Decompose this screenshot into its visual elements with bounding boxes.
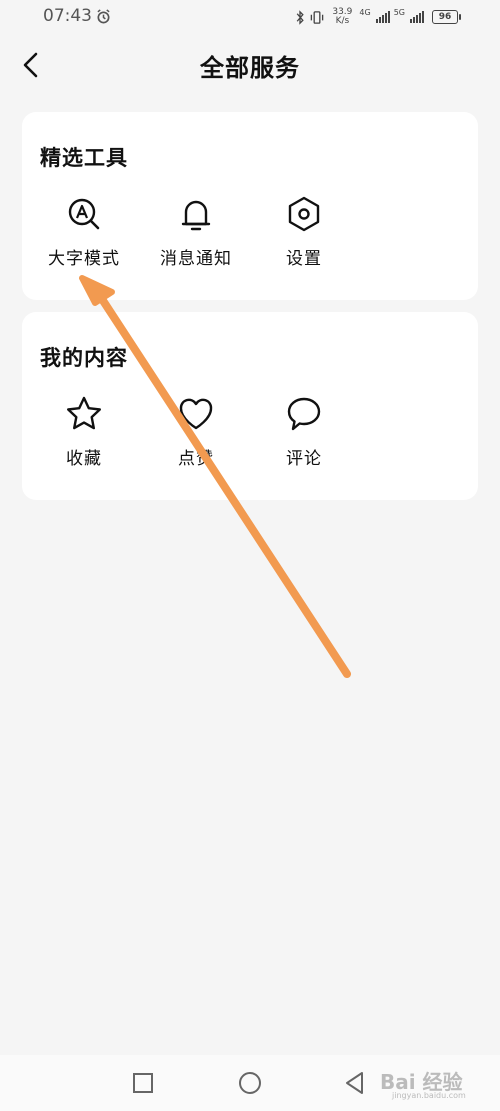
star-icon <box>67 396 101 430</box>
heart-icon <box>179 398 213 430</box>
network-speed: 33.9 K/s <box>332 7 353 26</box>
signal-icon <box>410 11 424 23</box>
status-time: 07:43 <box>43 6 92 26</box>
tool-label: 点赞 <box>178 449 214 469</box>
page-title: 全部服务 <box>200 53 300 82</box>
bluetooth-icon <box>297 9 305 25</box>
section-title: 我的内容 <box>40 345 128 370</box>
tool-label: 收藏 <box>66 449 102 469</box>
tool-label: 大字模式 <box>48 249 120 269</box>
battery-icon: 96 <box>432 10 461 24</box>
network-type-2: 5G <box>393 8 405 17</box>
vibrate-icon <box>311 10 324 24</box>
favorites-item[interactable]: 收藏 <box>34 394 134 478</box>
recent-apps-button[interactable] <box>129 1069 157 1097</box>
signal-icon <box>375 11 390 23</box>
large-font-mode-item[interactable]: 大字模式 <box>34 194 134 278</box>
section-title: 精选工具 <box>40 145 128 170</box>
status-icons: 33.9 K/s 4G 5G 96 <box>295 6 461 28</box>
comment-icon <box>287 397 321 431</box>
tool-label: 消息通知 <box>160 249 232 269</box>
large-font-icon <box>68 198 100 230</box>
my-content-card: 我的内容 收藏 点赞 评论 <box>22 312 478 500</box>
tool-label: 评论 <box>286 449 322 469</box>
network-type-1: 4G <box>359 8 371 17</box>
back-nav-button[interactable] <box>341 1069 369 1097</box>
alarm-icon <box>97 9 110 24</box>
featured-tools-card: 精选工具 大字模式 消息通知 设置 <box>22 112 478 300</box>
home-button[interactable] <box>236 1069 264 1097</box>
comments-item[interactable]: 评论 <box>254 394 354 478</box>
settings-item[interactable]: 设置 <box>254 194 354 278</box>
bell-icon <box>181 200 211 231</box>
watermark-url: jingyan.baidu.com <box>392 1091 466 1100</box>
message-notification-item[interactable]: 消息通知 <box>146 194 246 278</box>
settings-icon <box>288 196 320 232</box>
likes-item[interactable]: 点赞 <box>146 394 246 478</box>
tool-label: 设置 <box>286 249 322 269</box>
status-bar: 07:43 33.9 K/s 4G 5G 96 <box>0 0 500 36</box>
